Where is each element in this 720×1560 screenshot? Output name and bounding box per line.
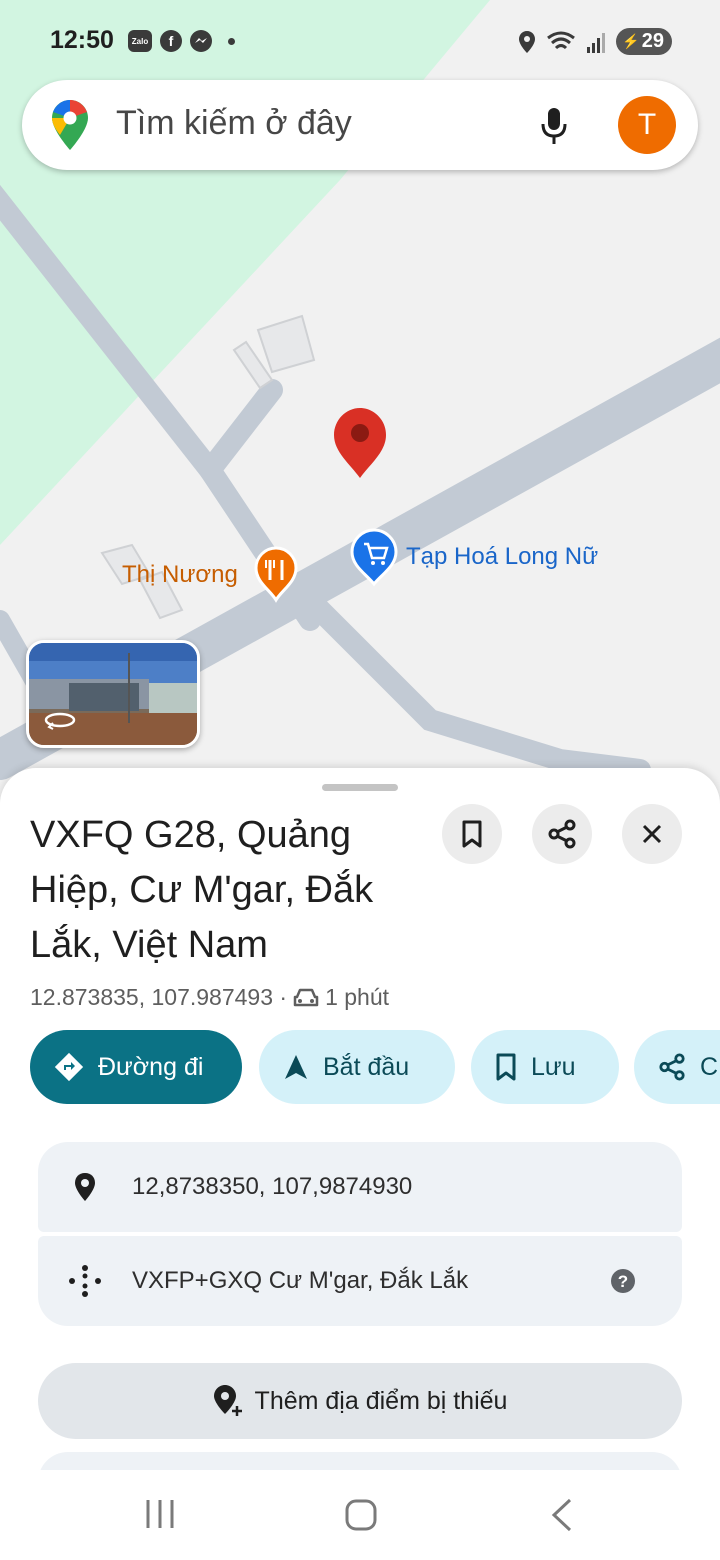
poi-label-restaurant[interactable]: Thị Nương — [122, 561, 238, 589]
share-button[interactable]: C — [634, 1030, 720, 1104]
signal-icon — [587, 32, 606, 53]
add-missing-place-label: Thêm địa điểm bị thiếu — [254, 1386, 508, 1415]
location-icon — [519, 30, 536, 53]
place-coords: 12.873835, 107.987493 · — [30, 984, 288, 1010]
avatar[interactable]: T — [618, 96, 676, 154]
battery-level: 29 — [641, 30, 664, 52]
notification-dot — [228, 37, 235, 45]
close-button[interactable] — [622, 804, 682, 864]
share-icon — [659, 1053, 685, 1081]
help-icon[interactable]: ? — [610, 1268, 636, 1294]
plus-code-icon — [69, 1265, 101, 1297]
system-navigation-bar — [0, 1470, 720, 1560]
directions-label: Đường đi — [98, 1052, 204, 1081]
add-missing-place-button[interactable]: Thêm địa điểm bị thiếu — [38, 1363, 682, 1439]
search-bar[interactable]: Tìm kiếm ở đây T — [22, 80, 698, 170]
drive-time: 1 phút — [325, 984, 390, 1010]
recent-apps-icon[interactable] — [144, 1498, 176, 1530]
home-icon[interactable] — [344, 1498, 378, 1532]
coordinates-text: 12,8738350, 107,9874930 — [132, 1173, 413, 1200]
svg-text:?: ? — [618, 1272, 628, 1291]
save-button[interactable]: Lưu — [471, 1030, 619, 1104]
back-icon[interactable] — [550, 1498, 574, 1532]
coordinates-row[interactable]: 12,8738350, 107,9874930 — [38, 1142, 682, 1232]
search-input[interactable]: Tìm kiếm ở đây — [116, 104, 352, 143]
close-icon — [642, 824, 662, 844]
rotate-360-icon — [44, 712, 76, 730]
place-subtitle: 12.873835, 107.987493 · 1 phút — [30, 984, 389, 1011]
street-view-thumbnail[interactable] — [26, 640, 200, 748]
google-maps-logo-icon — [52, 100, 88, 150]
location-pin-icon — [75, 1173, 95, 1201]
navigation-arrow-icon — [285, 1055, 307, 1079]
place-bottom-sheet: VXFQ G28, Quảng Hiệp, Cư M'gar, Đắk Lắk,… — [0, 768, 720, 1560]
microphone-icon[interactable] — [540, 106, 568, 146]
battery-icon: ⚡ 29 — [616, 28, 672, 55]
poi-label-shop[interactable]: Tạp Hoá Long Nữ — [406, 543, 598, 571]
share-label: C — [700, 1052, 719, 1081]
drag-handle[interactable] — [322, 784, 398, 791]
facebook-icon: f — [160, 30, 182, 52]
place-title: VXFQ G28, Quảng Hiệp, Cư M'gar, Đắk Lắk,… — [30, 814, 374, 966]
zalo-icon: Zalo — [128, 30, 152, 52]
status-time: 12:50 — [50, 26, 114, 54]
bookmark-icon — [462, 820, 482, 848]
plus-code-row[interactable]: VXFP+GXQ Cư M'gar, Đắk Lắk ? — [38, 1236, 682, 1326]
start-button[interactable]: Bắt đầu — [259, 1030, 455, 1104]
car-icon — [293, 988, 319, 1006]
messenger-icon — [190, 30, 212, 52]
share-icon-button[interactable] — [532, 804, 592, 864]
bookmark-icon — [496, 1053, 516, 1081]
directions-button[interactable]: Đường đi — [30, 1030, 242, 1104]
directions-icon — [54, 1052, 84, 1082]
save-label: Lưu — [531, 1052, 576, 1081]
save-icon-button[interactable] — [442, 804, 502, 864]
action-chips: Đường đi Bắt đầu Lưu C — [30, 1030, 720, 1104]
add-location-icon — [213, 1385, 242, 1416]
wifi-icon — [547, 31, 576, 49]
plus-code-text: VXFP+GXQ Cư M'gar, Đắk Lắk — [132, 1267, 469, 1294]
start-label: Bắt đầu — [323, 1052, 410, 1081]
share-icon — [548, 819, 576, 849]
status-bar: 12:50 Zalo f ⚡ 29 — [0, 0, 720, 80]
